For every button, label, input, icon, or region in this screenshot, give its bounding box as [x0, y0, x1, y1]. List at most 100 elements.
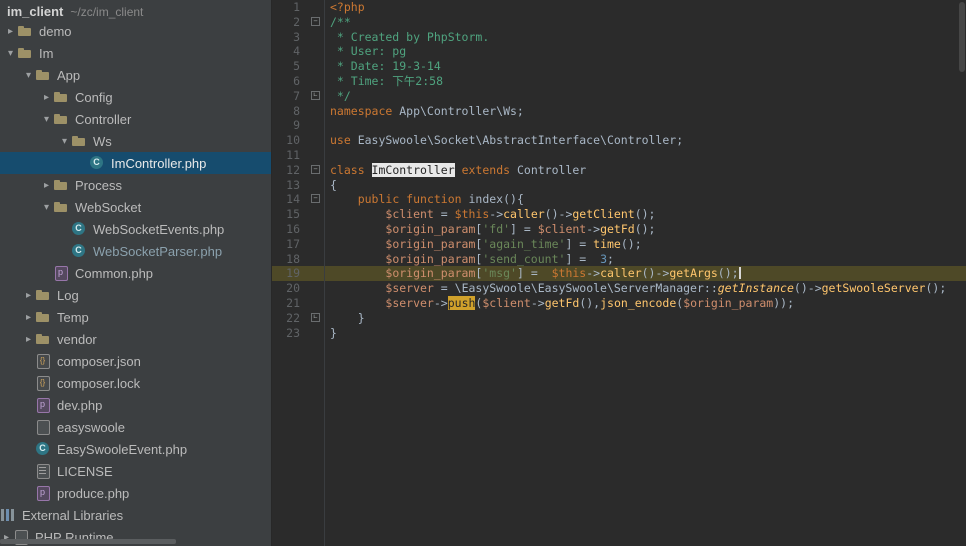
line-number[interactable]: 22	[272, 311, 306, 326]
line-number[interactable]: 11	[272, 148, 306, 163]
code-line-8[interactable]: 8 namespace App\Controller\Ws;	[272, 104, 966, 119]
line-number[interactable]: 17	[272, 237, 306, 252]
tree-item-demo[interactable]: ▸ demo	[0, 20, 271, 42]
code-line-7[interactable]: 7 ∟ */	[272, 89, 966, 104]
tree-item-im[interactable]: ▾ Im	[0, 42, 271, 64]
fold-collapse-icon[interactable]: −	[311, 194, 320, 204]
code-line-15[interactable]: 15 $client = $this->caller()->getClient(…	[272, 207, 966, 222]
code-text[interactable]: $origin_param['send_count'] = 3;	[324, 252, 966, 267]
line-number[interactable]: 14	[272, 192, 306, 207]
code-text[interactable]: $origin_param['again_time'] = time();	[324, 237, 966, 252]
tree-item-process[interactable]: ▸ Process	[0, 174, 271, 196]
code-line-3[interactable]: 3 * Created by PhpStorm.	[272, 30, 966, 45]
line-number[interactable]: 8	[272, 104, 306, 119]
code-line-10[interactable]: 10 use EasySwoole\Socket\AbstractInterfac…	[272, 133, 966, 148]
tree-item-easyswoole[interactable]: easyswoole	[0, 416, 271, 438]
horizontal-scrollbar[interactable]	[0, 539, 176, 544]
code-line-4[interactable]: 4 * User: pg	[272, 44, 966, 59]
tree-item-imcontroller-php[interactable]: ImController.php	[0, 152, 271, 174]
line-number[interactable]: 3	[272, 30, 306, 45]
chevron-down-icon[interactable]: ▾	[40, 202, 53, 213]
line-number[interactable]: 4	[272, 44, 306, 59]
code-line-20[interactable]: 20 $server = \EasySwoole\EasySwoole\Serv…	[272, 281, 966, 296]
code-line-6[interactable]: 6 * Time: 下午2:58	[272, 74, 966, 89]
code-text[interactable]: $server = \EasySwoole\EasySwoole\ServerM…	[324, 281, 966, 296]
tree-item-produce-php[interactable]: produce.php	[0, 482, 271, 504]
code-line-23[interactable]: 23}	[272, 326, 966, 341]
tree-item-websocket[interactable]: ▾ WebSocket	[0, 196, 271, 218]
tree-item-vendor[interactable]: ▸ vendor	[0, 328, 271, 350]
editor-scrollbar[interactable]	[957, 0, 966, 546]
code-text[interactable]: * Time: 下午2:58	[324, 74, 966, 89]
code-line-14[interactable]: 14− public function index(){	[272, 192, 966, 207]
tree-item-controller[interactable]: ▾ Controller	[0, 108, 271, 130]
code-line-21[interactable]: 21 $server->push($client->getFd(),json_e…	[272, 295, 966, 311]
line-number[interactable]: 5	[272, 59, 306, 74]
fold-collapse-icon[interactable]: −	[311, 16, 320, 26]
line-number[interactable]: 16	[272, 222, 306, 237]
code-line-18[interactable]: 18 $origin_param['send_count'] = 3;	[272, 252, 966, 267]
code-text[interactable]: }	[324, 326, 966, 341]
fold-end-icon[interactable]: ∟	[311, 90, 320, 100]
line-number[interactable]: 21	[272, 296, 306, 311]
code-line-11[interactable]: 11	[272, 148, 966, 163]
chevron-down-icon[interactable]: ▾	[58, 136, 71, 147]
tree-item-websocketevents-php[interactable]: WebSocketEvents.php	[0, 218, 271, 240]
chevron-right-icon[interactable]: ▸	[4, 26, 17, 37]
tree-item-websocketparser-php[interactable]: WebSocketParser.php	[0, 240, 271, 262]
code-text[interactable]: <?php	[324, 0, 966, 15]
tree-item-temp[interactable]: ▸ Temp	[0, 306, 271, 328]
line-number[interactable]: 12	[272, 163, 306, 178]
code-line-9[interactable]: 9	[272, 118, 966, 133]
chevron-right-icon[interactable]: ▸	[22, 334, 35, 345]
code-text[interactable]: class ImController extends Controller	[324, 162, 966, 178]
fold-end-icon[interactable]: ∟	[311, 312, 320, 322]
code-line-1[interactable]: 1 <?php	[272, 0, 966, 15]
code-text[interactable]	[324, 118, 966, 133]
code-line-2[interactable]: 2−/**	[272, 15, 966, 30]
code-text[interactable]: public function index(){	[324, 192, 966, 207]
line-number[interactable]: 7	[272, 89, 306, 104]
project-root-row[interactable]: im_client ~/zc/im_client	[0, 0, 271, 20]
code-text[interactable]	[324, 148, 966, 163]
line-number[interactable]: 10	[272, 133, 306, 148]
chevron-down-icon[interactable]: ▾	[22, 70, 35, 81]
line-number[interactable]: 9	[272, 118, 306, 133]
tree-item-ws[interactable]: ▾ Ws	[0, 130, 271, 152]
code-text[interactable]: * Created by PhpStorm.	[324, 30, 966, 45]
code-line-12[interactable]: 12− class ImController extends Controller	[272, 162, 966, 178]
tree-item-license[interactable]: LICENSE	[0, 460, 271, 482]
line-number[interactable]: 15	[272, 207, 306, 222]
chevron-right-icon[interactable]: ▸	[22, 312, 35, 323]
code-text[interactable]: namespace App\Controller\Ws;	[324, 104, 966, 119]
code-text[interactable]: $origin_param['msg'] = $this->caller()->…	[324, 266, 966, 281]
code-text[interactable]: $client = $this->caller()->getClient();	[324, 207, 966, 222]
code-line-19[interactable]: 19 $origin_param['msg'] = $this->caller(…	[272, 266, 966, 282]
tree-item-common-php[interactable]: Common.php	[0, 262, 271, 284]
chevron-down-icon[interactable]: ▾	[4, 48, 17, 59]
line-number[interactable]: 23	[272, 326, 306, 341]
tree-item-log[interactable]: ▸ Log	[0, 284, 271, 306]
tree-item-external-libraries[interactable]: External Libraries	[0, 504, 271, 526]
chevron-down-icon[interactable]: ▾	[40, 114, 53, 125]
line-number[interactable]: 20	[272, 281, 306, 296]
tree-item-composer-json[interactable]: composer.json	[0, 350, 271, 372]
tree-item-composer-lock[interactable]: composer.lock	[0, 372, 271, 394]
fold-collapse-icon[interactable]: −	[311, 164, 320, 174]
line-number[interactable]: 1	[272, 0, 306, 15]
editor-scrollbar-thumb[interactable]	[959, 2, 965, 72]
code-line-17[interactable]: 17 $origin_param['again_time'] = time();	[272, 237, 966, 252]
code-text[interactable]: use EasySwoole\Socket\AbstractInterface\…	[324, 133, 966, 148]
line-number[interactable]: 18	[272, 252, 306, 267]
code-line-16[interactable]: 16 $origin_param['fd'] = $client->getFd(…	[272, 222, 966, 237]
chevron-right-icon[interactable]: ▸	[22, 290, 35, 301]
code-text[interactable]: {	[324, 178, 966, 193]
code-text[interactable]: * User: pg	[324, 44, 966, 59]
tree-item-app[interactable]: ▾ App	[0, 64, 271, 86]
line-number[interactable]: 6	[272, 74, 306, 89]
code-text[interactable]: * Date: 19-3-14	[324, 59, 966, 74]
chevron-right-icon[interactable]: ▸	[40, 180, 53, 191]
line-number[interactable]: 2	[272, 15, 306, 30]
code-text[interactable]: */	[324, 89, 966, 104]
line-number[interactable]: 19	[272, 266, 306, 281]
